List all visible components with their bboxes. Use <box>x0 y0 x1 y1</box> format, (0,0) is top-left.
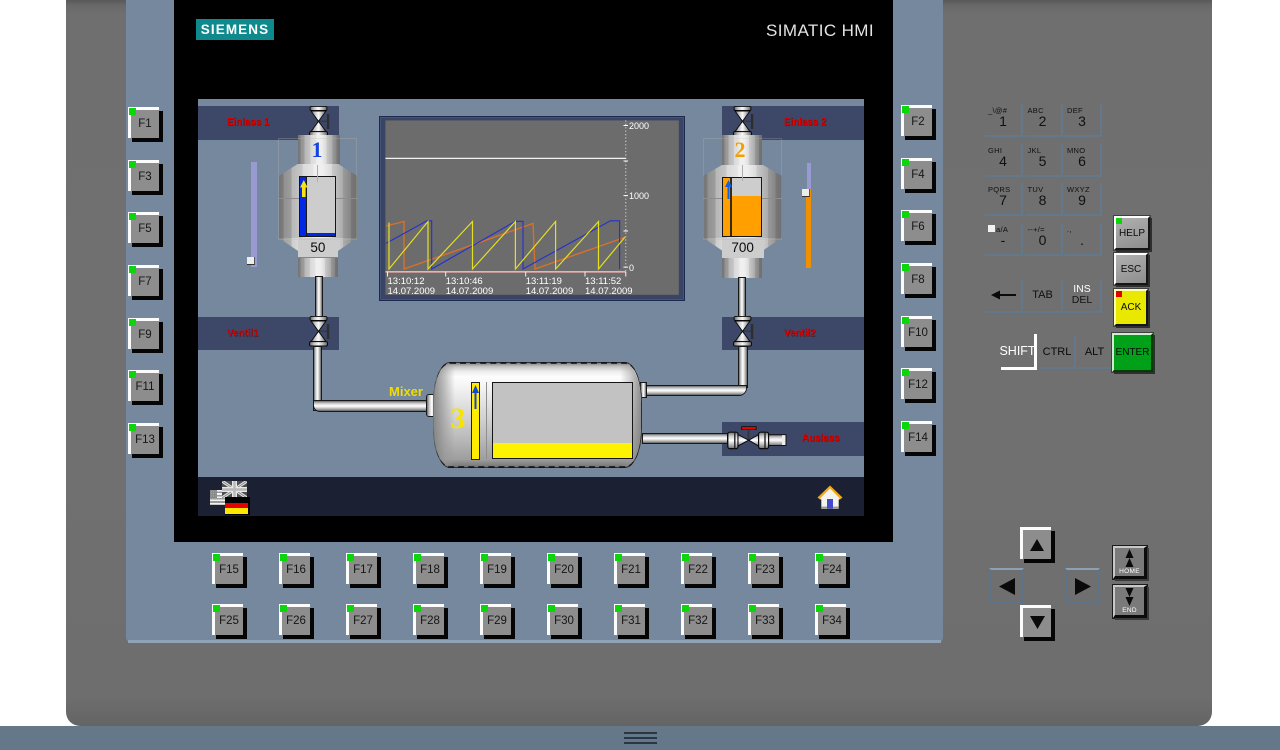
svg-text:0: 0 <box>629 263 634 273</box>
svg-text:14.07.2009: 14.07.2009 <box>585 286 633 297</box>
svg-text:14.07.2009: 14.07.2009 <box>388 286 436 297</box>
svg-text:14.07.2009: 14.07.2009 <box>446 286 494 297</box>
svg-text:14.07.2009: 14.07.2009 <box>526 286 574 297</box>
svg-text:1000: 1000 <box>629 191 649 201</box>
svg-text:2000: 2000 <box>629 121 649 131</box>
